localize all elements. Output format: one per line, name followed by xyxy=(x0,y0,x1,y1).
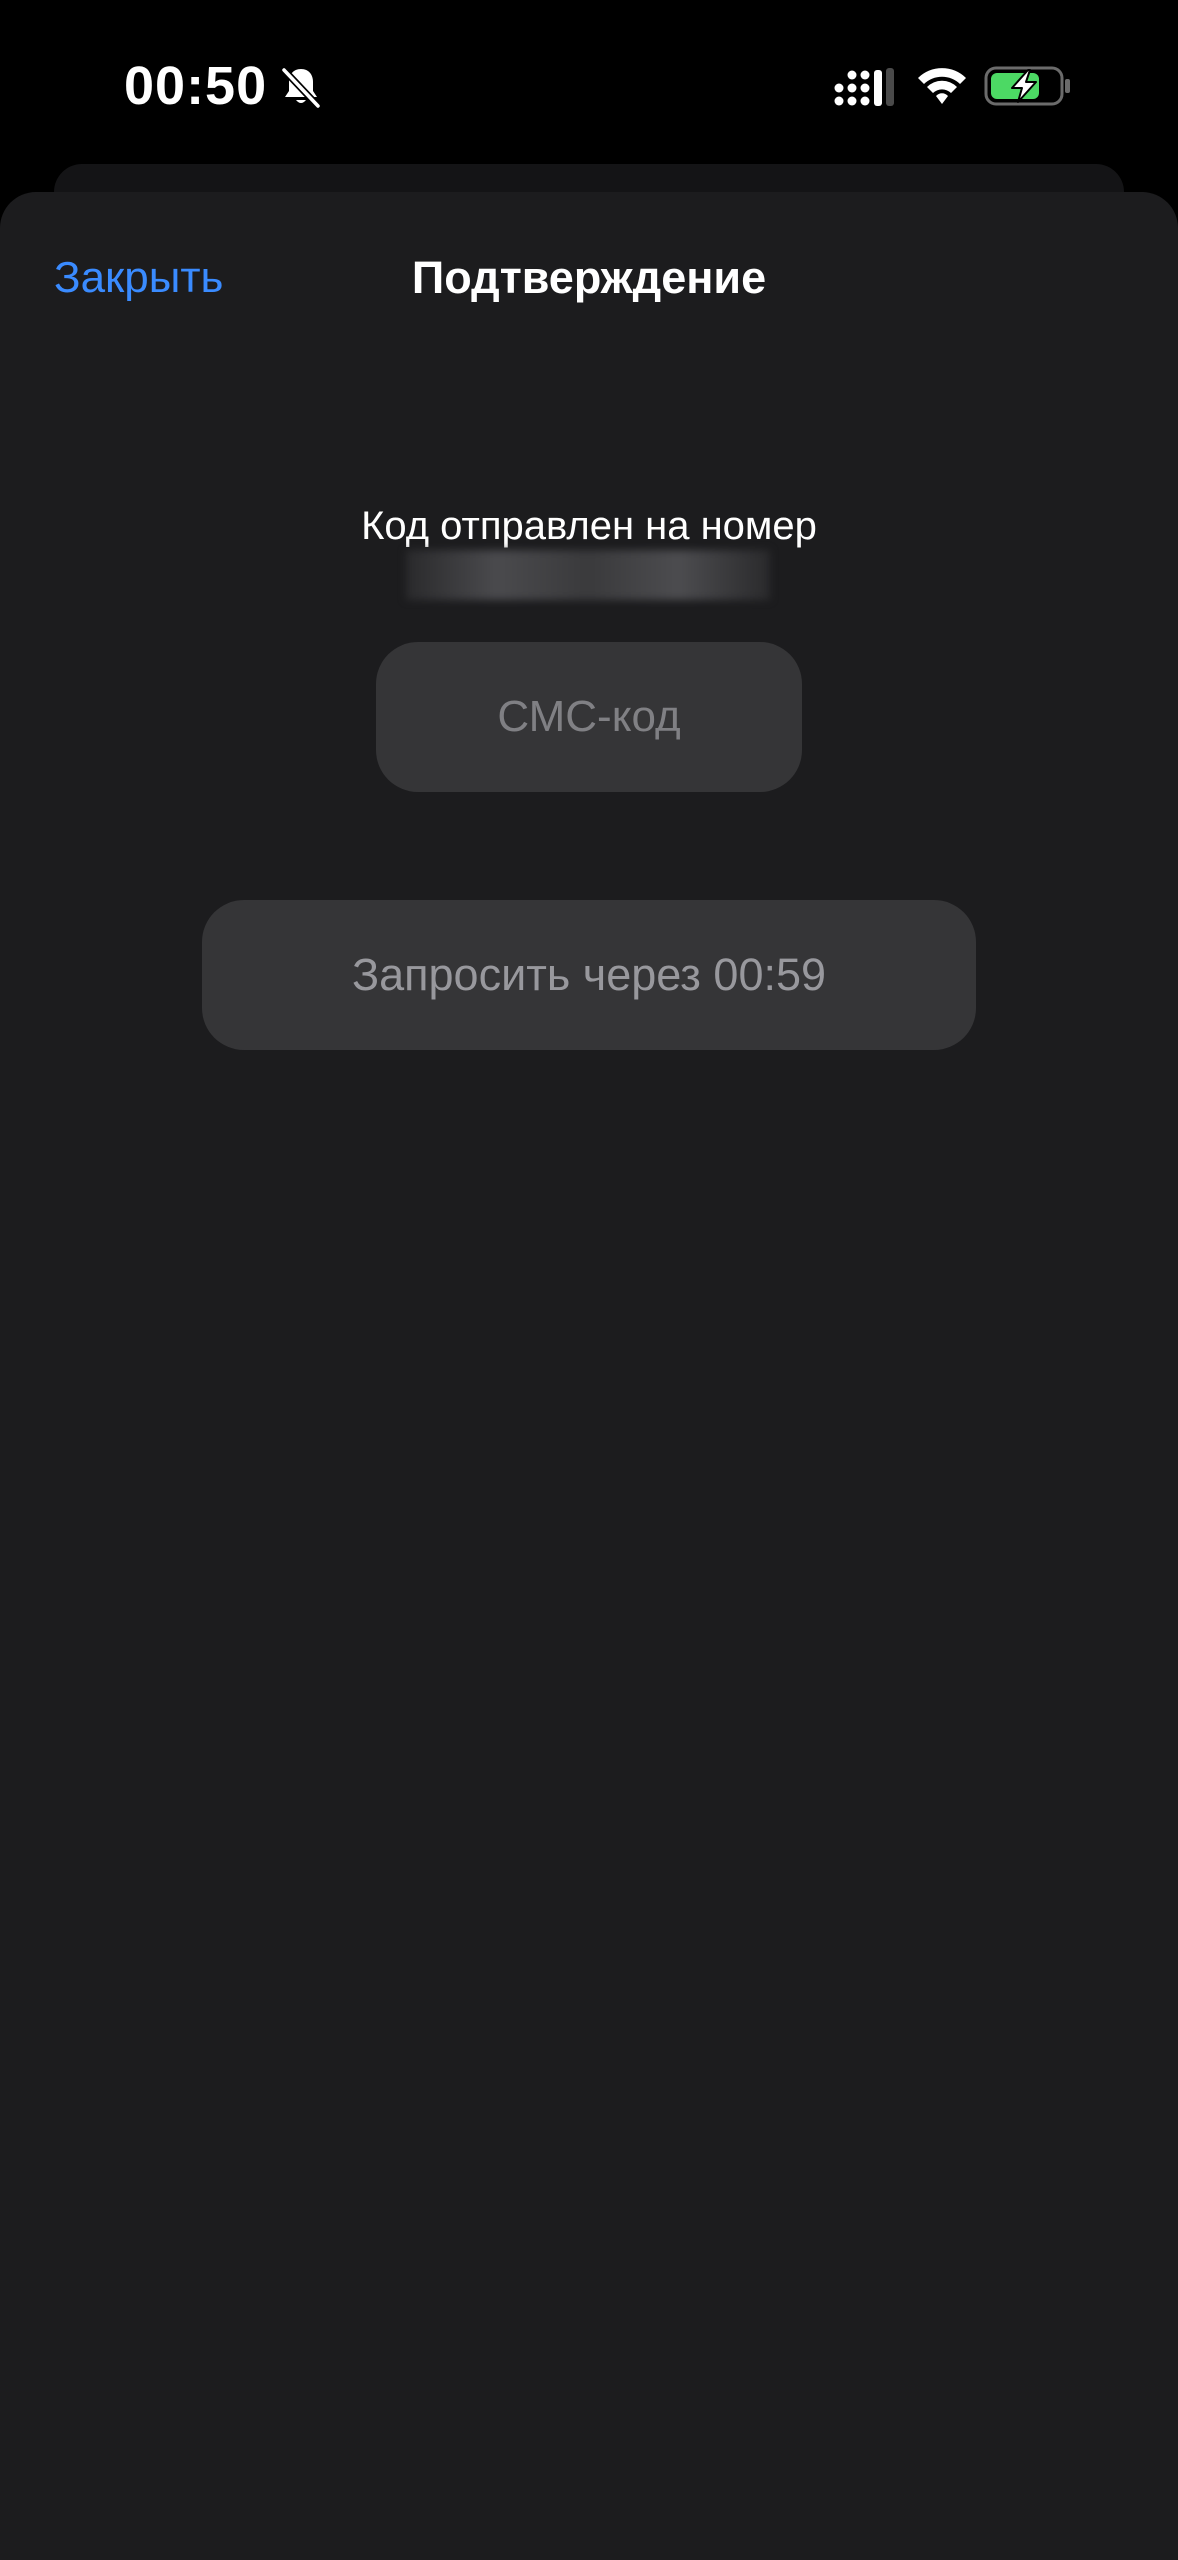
status-bar: 00:50 xyxy=(0,0,1178,170)
cellular-signal-icon xyxy=(834,68,894,106)
status-time: 00:50 xyxy=(124,56,268,116)
battery-charging-icon xyxy=(984,66,1070,106)
resend-code-button[interactable]: Запросить через 00:59 xyxy=(202,900,976,1050)
confirmation-sheet: Закрыть Подтверждение Код отправлен на н… xyxy=(0,192,1178,2560)
close-button[interactable]: Закрыть xyxy=(54,242,223,314)
code-sent-label: Код отправлен на номер xyxy=(361,504,817,548)
sms-code-input[interactable] xyxy=(376,642,802,792)
navigation-bar: Закрыть Подтверждение xyxy=(0,192,1178,342)
bell-slash-icon xyxy=(280,66,322,110)
phone-number-redacted xyxy=(406,550,770,600)
wifi-icon xyxy=(918,68,966,104)
screen: 00:50 Закрыть Подтверждение Код отправле… xyxy=(0,0,1178,2560)
